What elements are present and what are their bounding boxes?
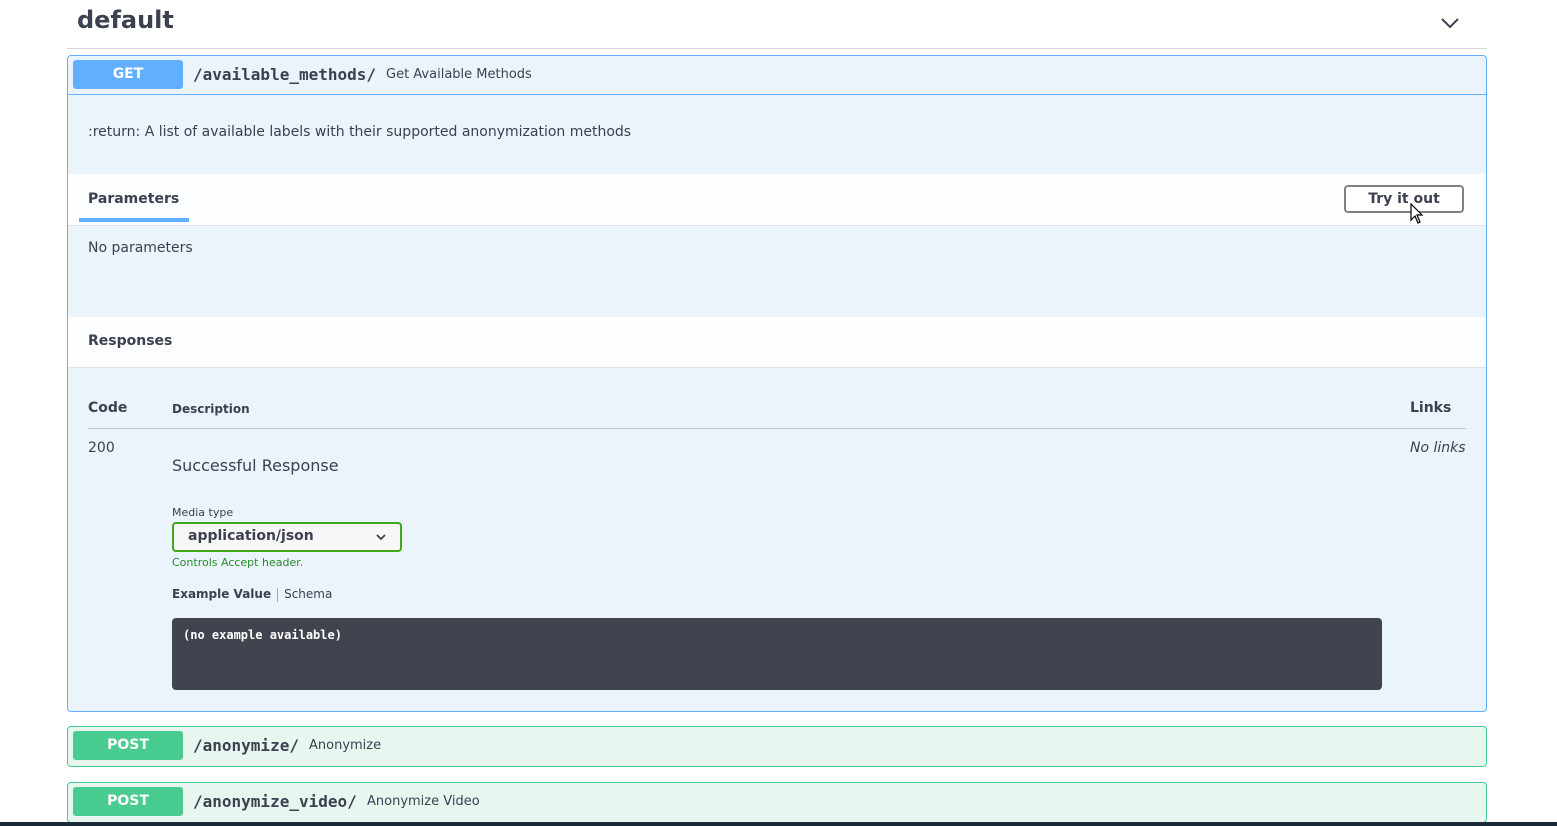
response-code: 200	[88, 440, 115, 456]
table-divider	[88, 428, 1466, 429]
operation-path: /anonymize/	[193, 736, 299, 755]
operation-description: :return: A list of available labels with…	[88, 124, 632, 140]
operation-summary-text: Get Available Methods	[386, 67, 532, 82]
method-badge: POST	[73, 787, 183, 816]
response-links: No links	[1410, 440, 1466, 456]
response-description: Successful Response	[172, 456, 339, 475]
accept-header-hint: Controls Accept header.	[172, 556, 304, 569]
media-type-value: application/json	[188, 528, 314, 544]
tab-schema[interactable]: Schema	[284, 587, 332, 601]
tab-separator	[277, 587, 279, 602]
operation-post-anonymize-video[interactable]: POST /anonymize_video/ Anonymize Video	[67, 782, 1487, 823]
responses-header: Responses	[68, 317, 1486, 368]
column-header-description: Description	[172, 402, 250, 416]
tab-parameters-label: Parameters	[88, 191, 180, 207]
operation-summary-text: Anonymize	[309, 738, 382, 753]
operation-post-anonymize[interactable]: POST /anonymize/ Anonymize	[67, 726, 1487, 767]
responses-title: Responses	[88, 333, 173, 349]
chevron-down-icon	[376, 534, 386, 541]
tab-example-value[interactable]: Example Value	[172, 587, 271, 601]
section-header[interactable]: default	[67, 0, 1487, 49]
column-header-code: Code	[88, 400, 128, 416]
bottom-bar	[0, 822, 1557, 826]
media-type-select[interactable]: application/json	[172, 522, 402, 552]
media-type-label: Media type	[172, 506, 234, 519]
no-parameters-text: No parameters	[88, 240, 193, 256]
operation-summary[interactable]: GET /available_methods/ Get Available Me…	[68, 56, 1486, 95]
tab-parameters[interactable]: Parameters	[79, 174, 189, 222]
section-title: default	[77, 6, 174, 34]
operation-summary-text: Anonymize Video	[367, 794, 480, 809]
example-code-block: (no example available)	[172, 618, 1382, 690]
operation-path: /anonymize_video/	[193, 792, 357, 811]
mouse-cursor-icon	[1410, 203, 1424, 224]
operation-get-available-methods: GET /available_methods/ Get Available Me…	[67, 55, 1487, 712]
operation-path: /available_methods/	[193, 65, 377, 84]
method-badge: POST	[73, 731, 183, 760]
chevron-down-icon[interactable]	[1439, 12, 1461, 34]
example-code-text: (no example available)	[183, 628, 342, 642]
example-tabs: Example Value Schema	[172, 587, 332, 602]
method-badge: GET	[73, 60, 183, 89]
parameters-header: Parameters Try it out	[68, 174, 1486, 226]
column-header-links: Links	[1410, 400, 1452, 416]
try-it-out-button[interactable]: Try it out	[1344, 185, 1464, 213]
